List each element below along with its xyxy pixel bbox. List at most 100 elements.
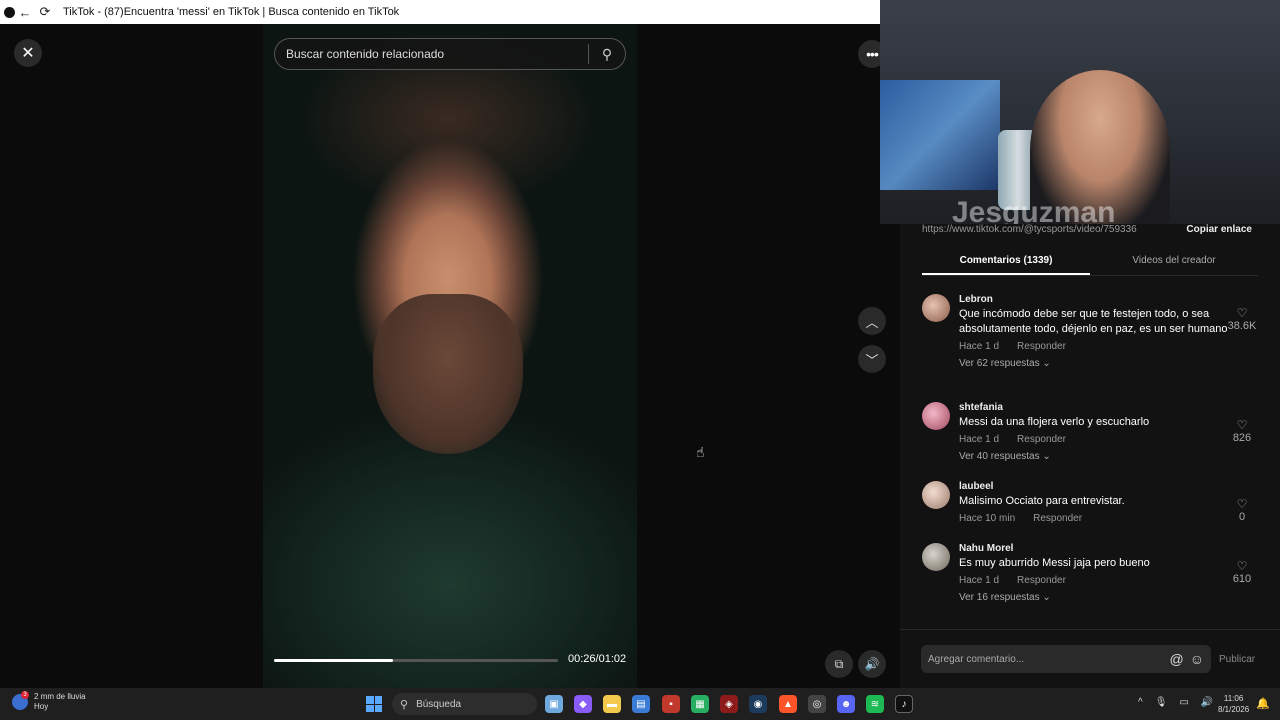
tab-creator-videos[interactable]: Videos del creador bbox=[1090, 252, 1258, 275]
clock[interactable]: 11:06 8/1/2026 bbox=[1218, 693, 1249, 715]
reply-button[interactable]: Responder bbox=[1017, 341, 1066, 352]
webcam-background bbox=[880, 80, 1000, 190]
comment-username[interactable]: laubeel bbox=[959, 481, 1229, 492]
comment-username[interactable]: Lebron bbox=[959, 294, 1229, 305]
heart-icon: ♡ bbox=[1236, 306, 1248, 320]
comment-time: Hace 1 d bbox=[959, 434, 1000, 445]
search-icon[interactable]: ⚲ bbox=[589, 46, 625, 63]
video-url: https://www.tiktok.com/@tycsports/video/… bbox=[922, 224, 1137, 235]
taskbar: 3 2 mm de lluvia Hoy ⚲ Búsqueda ▣ ◆ ▬ ▤ … bbox=[0, 688, 1280, 720]
browser-titlebar: ← ⟳ TikTok - (87)Encuentra 'messi' en Ti… bbox=[0, 0, 880, 24]
clock-time: 11:06 bbox=[1223, 694, 1244, 703]
weather-icon: 3 bbox=[12, 691, 29, 710]
panel-tabs: Comentarios (1339) Videos del creador bbox=[922, 252, 1258, 276]
comment-time: Hace 1 d bbox=[959, 341, 1000, 352]
avatar[interactable] bbox=[922, 402, 950, 430]
volume-button[interactable]: 🔊 bbox=[858, 650, 886, 678]
reply-button[interactable]: Responder bbox=[1017, 434, 1066, 445]
publish-button[interactable]: Publicar bbox=[1219, 654, 1255, 665]
mention-icon[interactable]: @ bbox=[1169, 651, 1183, 667]
file-explorer-icon[interactable]: ▬ bbox=[603, 695, 621, 713]
like-count: 0 bbox=[1238, 511, 1246, 523]
picture-in-picture-button[interactable]: ⧉ bbox=[825, 650, 853, 678]
heart-icon: ♡ bbox=[1236, 497, 1248, 511]
avatar[interactable] bbox=[922, 481, 950, 509]
tiktok-icon[interactable]: ♪ bbox=[895, 695, 913, 713]
previous-video-button[interactable]: ︿ bbox=[858, 307, 886, 335]
volume-icon[interactable]: 🔊 bbox=[1201, 697, 1213, 708]
heart-icon: ♡ bbox=[1236, 559, 1248, 573]
video-content bbox=[373, 294, 523, 454]
search-icon: ⚲ bbox=[400, 698, 409, 711]
avatar[interactable] bbox=[922, 294, 950, 322]
like-button[interactable]: ♡ 826 bbox=[1222, 418, 1262, 444]
close-button[interactable]: ✕ bbox=[14, 39, 42, 67]
microphone-icon[interactable]: 🎙 bbox=[1155, 697, 1168, 708]
heart-icon: ♡ bbox=[1236, 418, 1248, 432]
comment-input[interactable]: Agregar comentario... @ ☺ bbox=[921, 645, 1211, 673]
reload-icon[interactable]: ⟳ bbox=[35, 0, 55, 24]
progress-bar[interactable] bbox=[274, 659, 558, 662]
clock-date: 8/1/2026 bbox=[1218, 705, 1250, 714]
view-replies-button[interactable]: Ver 40 respuestas ⌄ bbox=[959, 451, 1229, 462]
back-icon[interactable]: ← bbox=[15, 0, 35, 24]
avatar[interactable] bbox=[922, 543, 950, 571]
comment-username[interactable]: Nahu Morel bbox=[959, 543, 1229, 554]
photos-icon[interactable]: ▣ bbox=[545, 695, 563, 713]
emoji-icon[interactable]: ☺ bbox=[1190, 651, 1204, 667]
like-count: 38.6K bbox=[1227, 320, 1257, 332]
comment-time: Hace 10 min bbox=[959, 513, 1016, 524]
comment-text: Es muy aburrido Messi jaja pero bueno bbox=[959, 557, 1150, 569]
comment-text: Malisimo Occiato para entrevistar. bbox=[959, 495, 1125, 507]
weather-badge: 3 bbox=[21, 691, 29, 699]
like-button[interactable]: ♡ 610 bbox=[1222, 559, 1262, 585]
like-count: 826 bbox=[1232, 432, 1252, 444]
store-icon[interactable]: ▤ bbox=[632, 695, 650, 713]
brave-icon[interactable]: ▲ bbox=[779, 695, 797, 713]
notification-bell-icon[interactable]: 🔔 bbox=[1256, 697, 1270, 710]
weather-widget[interactable]: 3 2 mm de lluvia Hoy bbox=[12, 691, 86, 712]
weather-text: 2 mm de lluvia bbox=[34, 692, 86, 701]
game-icon[interactable]: ▦ bbox=[691, 695, 709, 713]
reply-button[interactable]: Responder bbox=[1033, 513, 1082, 524]
view-replies-button[interactable]: Ver 16 respuestas ⌄ bbox=[959, 592, 1229, 603]
like-button[interactable]: ♡ 38.6K bbox=[1222, 306, 1262, 332]
chrome-icon[interactable]: ◎ bbox=[808, 695, 826, 713]
steam-icon[interactable]: ◉ bbox=[749, 695, 767, 713]
copilot-icon[interactable]: ◆ bbox=[574, 695, 592, 713]
system-tray: ^ 🎙 ▭ 🔊 bbox=[1138, 697, 1213, 708]
reply-button[interactable]: Responder bbox=[1017, 575, 1066, 586]
app-icon[interactable]: ◈ bbox=[720, 695, 738, 713]
comment-placeholder: Agregar comentario... bbox=[928, 653, 1025, 665]
video-frame[interactable] bbox=[263, 24, 637, 688]
comment-time: Hace 1 d bbox=[959, 575, 1000, 586]
compose-divider bbox=[900, 629, 1280, 630]
chevron-up-icon[interactable]: ^ bbox=[1138, 697, 1143, 708]
search-placeholder: Buscar contenido relacionado bbox=[286, 47, 445, 61]
next-video-button[interactable]: ﹀ bbox=[858, 345, 886, 373]
copy-link-button[interactable]: Copiar enlace bbox=[1186, 224, 1252, 235]
page-title: TikTok - (87)Encuentra 'messi' en TikTok… bbox=[63, 6, 400, 18]
taskbar-search-label: Búsqueda bbox=[416, 698, 462, 710]
like-count: 610 bbox=[1232, 573, 1252, 585]
weather-sub: Hoy bbox=[34, 702, 49, 711]
spotify-icon[interactable]: ≋ bbox=[866, 695, 884, 713]
view-replies-button[interactable]: Ver 62 respuestas ⌄ bbox=[959, 358, 1229, 369]
network-icon[interactable]: ▭ bbox=[1179, 697, 1188, 708]
start-icon[interactable] bbox=[366, 696, 382, 712]
progress-fill bbox=[274, 659, 394, 662]
link-bar: https://www.tiktok.com/@tycsports/video/… bbox=[922, 224, 1252, 235]
tab-comments[interactable]: Comentarios (1339) bbox=[922, 252, 1090, 275]
comment-text: Que incómodo debe ser que te festejen to… bbox=[959, 308, 1228, 335]
app-logo-icon bbox=[4, 6, 15, 18]
video-stage: ✕ Buscar contenido relacionado ⚲ ••• ︿ ﹀… bbox=[0, 24, 900, 688]
webcam-overlay: Jesguzman_ bbox=[880, 0, 1280, 224]
like-button[interactable]: ♡ 0 bbox=[1222, 497, 1262, 523]
comment-username[interactable]: shtefania bbox=[959, 402, 1229, 413]
mouse-cursor-icon: ☝ bbox=[696, 444, 705, 460]
taskbar-search[interactable]: ⚲ Búsqueda bbox=[392, 693, 537, 715]
app-icon[interactable]: ▪ bbox=[662, 695, 680, 713]
related-search-input[interactable]: Buscar contenido relacionado ⚲ bbox=[274, 38, 626, 70]
playback-time: 00:26/01:02 bbox=[568, 653, 627, 665]
discord-icon[interactable]: ☻ bbox=[837, 695, 855, 713]
